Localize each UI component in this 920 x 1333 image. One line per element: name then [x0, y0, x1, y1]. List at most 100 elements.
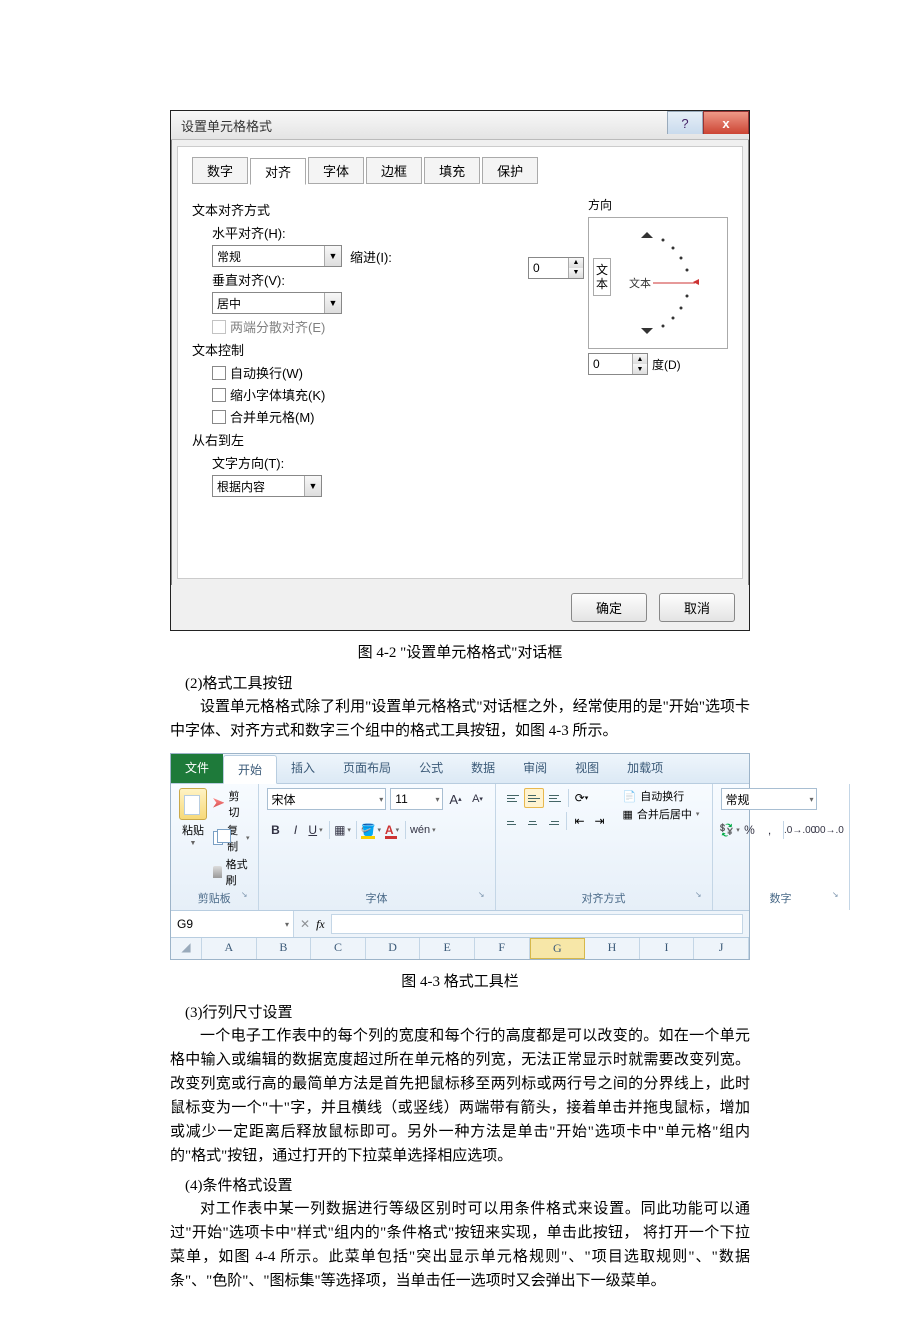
section-2-text: 设置单元格格式除了利用"设置单元格格式"对话框之外，经常使用的是"开始"选项卡中…: [170, 695, 750, 743]
font-name-combo[interactable]: 宋体▾: [267, 788, 387, 810]
vertical-text-sample[interactable]: 文 本: [593, 258, 611, 296]
bold-button[interactable]: B: [267, 820, 285, 840]
increase-indent-button[interactable]: ⇥: [591, 812, 609, 830]
shrink-checkbox[interactable]: [212, 388, 226, 402]
h-align-combo[interactable]: 常规 ▼: [212, 245, 342, 267]
format-cells-dialog: 设置单元格格式 ? x 数字 对齐 字体 边框 填充 保护 文本对齐方式 水平对…: [170, 110, 750, 631]
percent-button[interactable]: %: [741, 820, 759, 840]
align-top-button[interactable]: [504, 789, 522, 807]
close-button[interactable]: x: [703, 111, 749, 134]
comma-button[interactable]: ,: [761, 820, 779, 840]
col-header-d[interactable]: D: [366, 938, 421, 959]
tab-fill[interactable]: 填充: [424, 157, 480, 184]
decrease-decimal-button[interactable]: .00→.0: [815, 820, 841, 840]
spin-up-icon[interactable]: ▲: [569, 258, 583, 268]
col-header-e[interactable]: E: [420, 938, 475, 959]
italic-button[interactable]: I: [287, 820, 305, 840]
col-header-g[interactable]: G: [530, 938, 586, 959]
border-button[interactable]: ▦: [334, 820, 352, 840]
ribbon-tab-view[interactable]: 视图: [561, 754, 613, 783]
tab-border[interactable]: 边框: [366, 157, 422, 184]
clipboard-group-label: 剪贴板: [179, 888, 250, 908]
paste-icon[interactable]: [179, 788, 207, 820]
v-align-combo[interactable]: 居中 ▼: [212, 292, 342, 314]
wrap-icon: 📄: [623, 790, 637, 803]
v-align-label: 垂直对齐(V):: [212, 270, 285, 289]
align-right-button[interactable]: [544, 812, 562, 830]
indent-input[interactable]: 0 ▲▼: [528, 257, 584, 279]
font-size-combo[interactable]: 11▾: [390, 788, 442, 810]
format-painter-button[interactable]: 格式刷: [213, 856, 250, 888]
figure-caption-4-2: 图 4-2 "设置单元格格式"对话框: [170, 641, 750, 662]
fx-icon[interactable]: fx: [316, 917, 325, 932]
align-left-button[interactable]: [504, 812, 522, 830]
select-all-corner[interactable]: ◢: [171, 938, 202, 959]
ribbon-tab-data[interactable]: 数据: [457, 754, 509, 783]
col-header-f[interactable]: F: [475, 938, 530, 959]
phonetic-button[interactable]: wén: [410, 820, 436, 840]
spin-down-icon[interactable]: ▼: [633, 364, 647, 374]
ribbon-tab-insert[interactable]: 插入: [277, 754, 329, 783]
cancel-formula-icon[interactable]: ✕: [300, 917, 310, 931]
col-header-i[interactable]: I: [640, 938, 695, 959]
align-bottom-button[interactable]: [546, 789, 564, 807]
chevron-down-icon: ▾: [810, 795, 814, 804]
ribbon-tab-review[interactable]: 审阅: [509, 754, 561, 783]
merge-checkbox[interactable]: [212, 410, 226, 424]
paste-button[interactable]: 粘贴: [182, 822, 204, 838]
rtl-group-label: 从右到左: [192, 430, 588, 449]
text-align-group-label: 文本对齐方式: [192, 200, 588, 219]
chevron-down-icon: ▼: [304, 476, 321, 496]
orientation-arc[interactable]: 文本: [619, 226, 705, 340]
name-box[interactable]: G9▾: [171, 911, 294, 937]
col-header-b[interactable]: B: [257, 938, 312, 959]
col-header-c[interactable]: C: [311, 938, 366, 959]
decrease-indent-button[interactable]: ⇤: [571, 812, 589, 830]
number-group-label: 数字: [721, 888, 841, 908]
ribbon-tab-home[interactable]: 开始: [223, 755, 277, 784]
tab-number[interactable]: 数字: [192, 157, 248, 184]
help-button[interactable]: ?: [667, 111, 703, 134]
dialog-titlebar: 设置单元格格式 ? x: [171, 111, 749, 140]
tab-alignment[interactable]: 对齐: [250, 158, 306, 185]
ribbon-tab-layout[interactable]: 页面布局: [329, 754, 405, 783]
copy-button[interactable]: 复制 ▾: [213, 822, 250, 854]
degree-label: 度(D): [652, 356, 681, 373]
wrap-checkbox[interactable]: [212, 366, 226, 380]
cut-button[interactable]: 剪切: [213, 788, 250, 820]
degree-input[interactable]: 0 ▲▼: [588, 353, 648, 375]
ok-button[interactable]: 确定: [571, 593, 647, 622]
wrap-text-button[interactable]: 📄自动换行: [623, 788, 700, 804]
accounting-format-button[interactable]: 💱: [721, 820, 739, 840]
chevron-down-icon[interactable]: ▼: [190, 840, 197, 847]
align-center-button[interactable]: [524, 812, 542, 830]
ribbon-tab-formula[interactable]: 公式: [405, 754, 457, 783]
spin-down-icon[interactable]: ▼: [569, 268, 583, 278]
cancel-button[interactable]: 取消: [659, 593, 735, 622]
spin-up-icon[interactable]: ▲: [633, 354, 647, 364]
ribbon-tab-addin[interactable]: 加载项: [613, 754, 677, 783]
ribbon-tab-file[interactable]: 文件: [171, 754, 223, 783]
fill-color-button[interactable]: 🪣: [361, 820, 381, 840]
merge-center-button[interactable]: ▦合并后居中 ▾: [623, 806, 700, 822]
formula-bar[interactable]: [331, 914, 743, 934]
justify-distributed-checkbox: [212, 320, 226, 334]
col-header-h[interactable]: H: [585, 938, 640, 959]
number-format-combo[interactable]: 常规▾: [721, 788, 817, 810]
font-color-button[interactable]: A: [383, 820, 401, 840]
col-header-a[interactable]: A: [202, 938, 257, 959]
col-header-j[interactable]: J: [694, 938, 749, 959]
orientation-box[interactable]: 文 本 文本: [588, 217, 728, 349]
increase-decimal-button[interactable]: .0→.00: [787, 820, 813, 840]
align-middle-button[interactable]: [524, 788, 544, 808]
brush-icon: [213, 866, 222, 878]
tab-font[interactable]: 字体: [308, 157, 364, 184]
orientation-button[interactable]: ⟳▾: [573, 789, 591, 807]
tab-protect[interactable]: 保护: [482, 157, 538, 184]
merge-icon: ▦: [623, 808, 633, 821]
underline-button[interactable]: U: [307, 820, 325, 840]
v-align-value: 居中: [217, 295, 241, 312]
grow-font-button[interactable]: A▴: [447, 789, 465, 809]
shrink-font-button[interactable]: A▾: [469, 789, 487, 809]
text-direction-combo[interactable]: 根据内容 ▼: [212, 475, 322, 497]
